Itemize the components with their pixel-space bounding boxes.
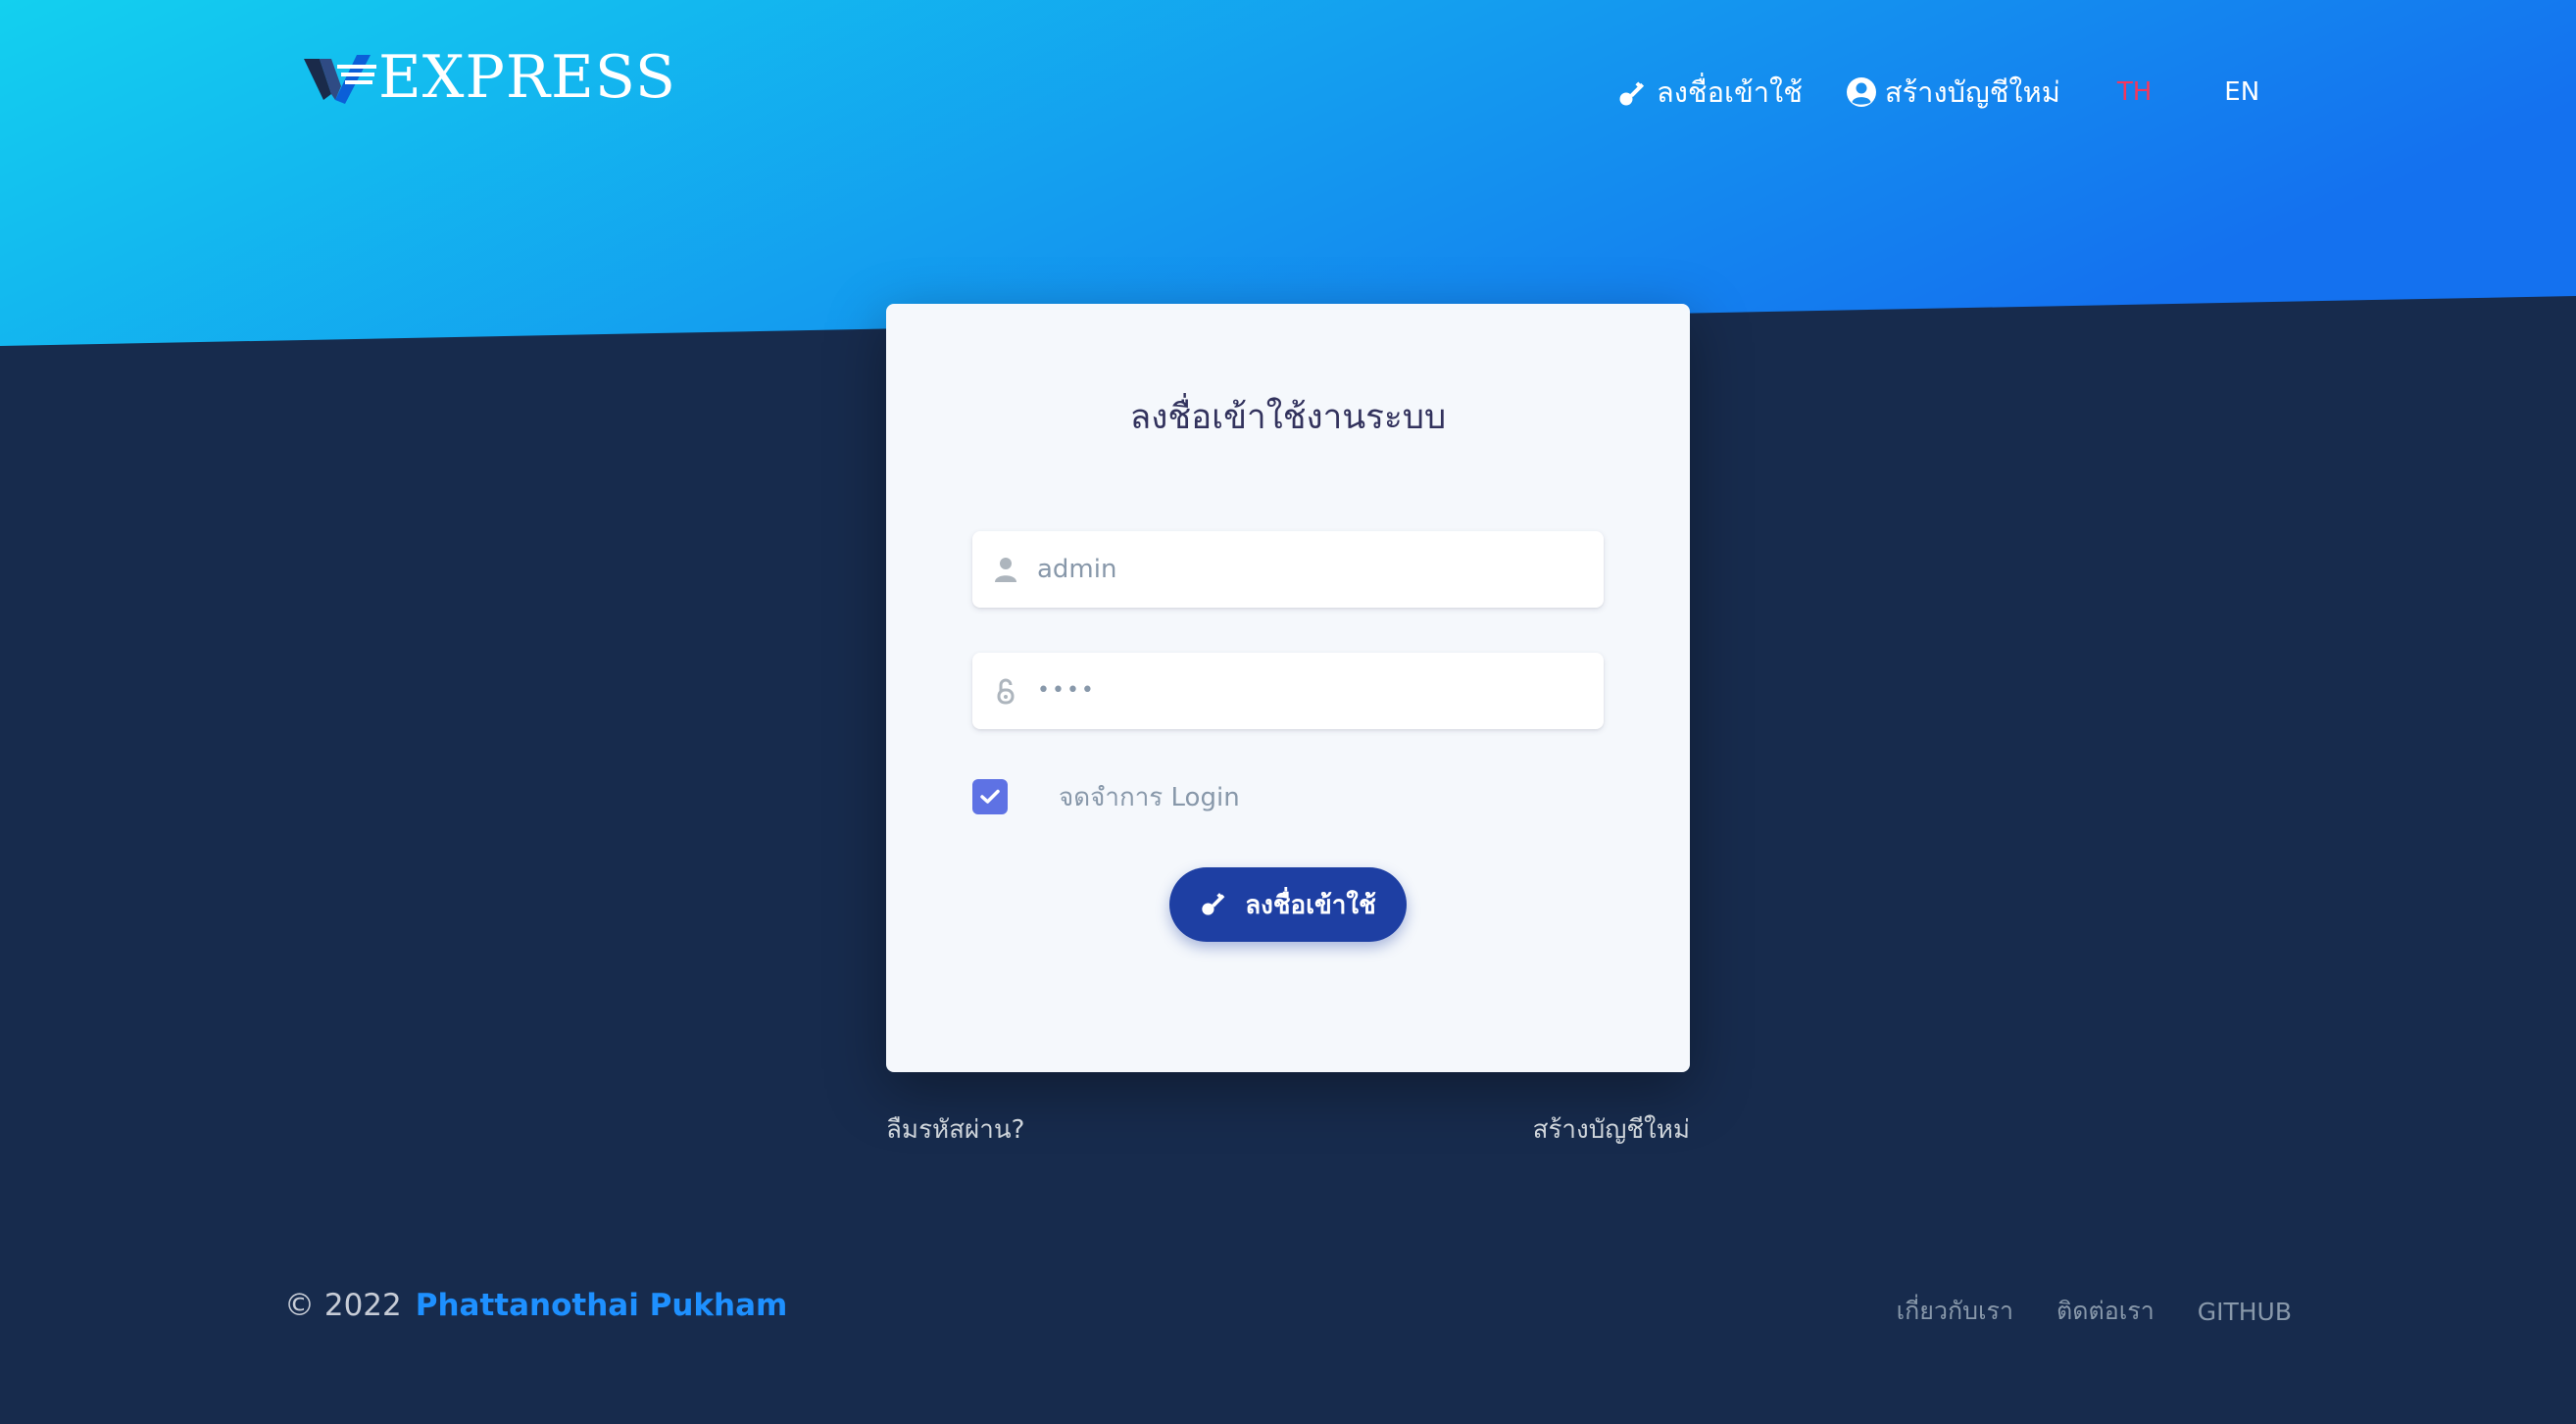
copyright: © 2022 Phattanothai Pukham: [284, 1288, 787, 1323]
username-value[interactable]: admin: [1037, 553, 1116, 586]
nav-register-label: สร้างบัญชีใหม่: [1884, 75, 2060, 109]
key-icon: [1200, 888, 1229, 921]
password-field[interactable]: ••••: [972, 653, 1604, 729]
remember-me: จดจำการ Login: [972, 778, 1240, 815]
nav-register-link[interactable]: สร้างบัญชีใหม่: [1846, 70, 2060, 115]
key-icon: [1617, 76, 1649, 108]
footer-link-contact[interactable]: ติดต่อเรา: [2056, 1292, 2155, 1331]
login-page: EXPRESS ลงชื่อเข้าใช้ สร้างบัญชีใหม่ TH …: [0, 0, 2576, 1424]
author-link[interactable]: Phattanothai Pukham: [416, 1288, 788, 1323]
username-field[interactable]: admin: [972, 531, 1604, 608]
logo-text: EXPRESS: [378, 43, 677, 112]
password-value[interactable]: ••••: [1037, 674, 1096, 708]
nav-login-label: ลงชื่อเข้าใช้: [1657, 75, 1803, 109]
unlock-icon: [994, 677, 1017, 705]
footer-links: เกี่ยวกับเรา ติดต่อเรา GITHUB: [1854, 1292, 2292, 1331]
login-card: ลงชื่อเข้าใช้งานระบบ admin •••• จดจำการ …: [886, 304, 1690, 1072]
check-icon: [980, 789, 1000, 804]
create-account-link[interactable]: สร้างบัญชีใหม่: [1533, 1109, 1690, 1150]
lang-th-link[interactable]: TH: [2117, 77, 2152, 107]
footer-link-about[interactable]: เกี่ยวกับเรา: [1897, 1292, 2013, 1331]
remember-checkbox[interactable]: [972, 779, 1008, 814]
nav-login-link[interactable]: ลงชื่อเข้าใช้: [1617, 70, 1803, 115]
login-submit-label: ลงชื่อเข้าใช้: [1245, 890, 1376, 920]
footer-link-github[interactable]: GITHUB: [2198, 1298, 2292, 1326]
user-icon: [994, 556, 1017, 583]
login-title: ลงชื่อเข้าใช้งานระบบ: [1129, 398, 1447, 437]
top-navigation: ลงชื่อเข้าใช้ สร้างบัญชีใหม่ TH EN: [1617, 71, 2259, 114]
login-submit-button[interactable]: ลงชื่อเข้าใช้: [1169, 867, 1407, 942]
card-footer-links: ลืมรหัสผ่าน? สร้างบัญชีใหม่: [886, 1109, 1690, 1150]
user-circle-icon: [1846, 76, 1877, 108]
brand-logo[interactable]: EXPRESS: [302, 47, 676, 108]
copyright-text: © 2022: [284, 1288, 402, 1323]
remember-label[interactable]: จดจำการ Login: [1059, 777, 1240, 817]
lang-en-link[interactable]: EN: [2224, 77, 2259, 107]
forgot-password-link[interactable]: ลืมรหัสผ่าน?: [886, 1109, 1024, 1150]
logo-mark-icon: [304, 55, 376, 104]
